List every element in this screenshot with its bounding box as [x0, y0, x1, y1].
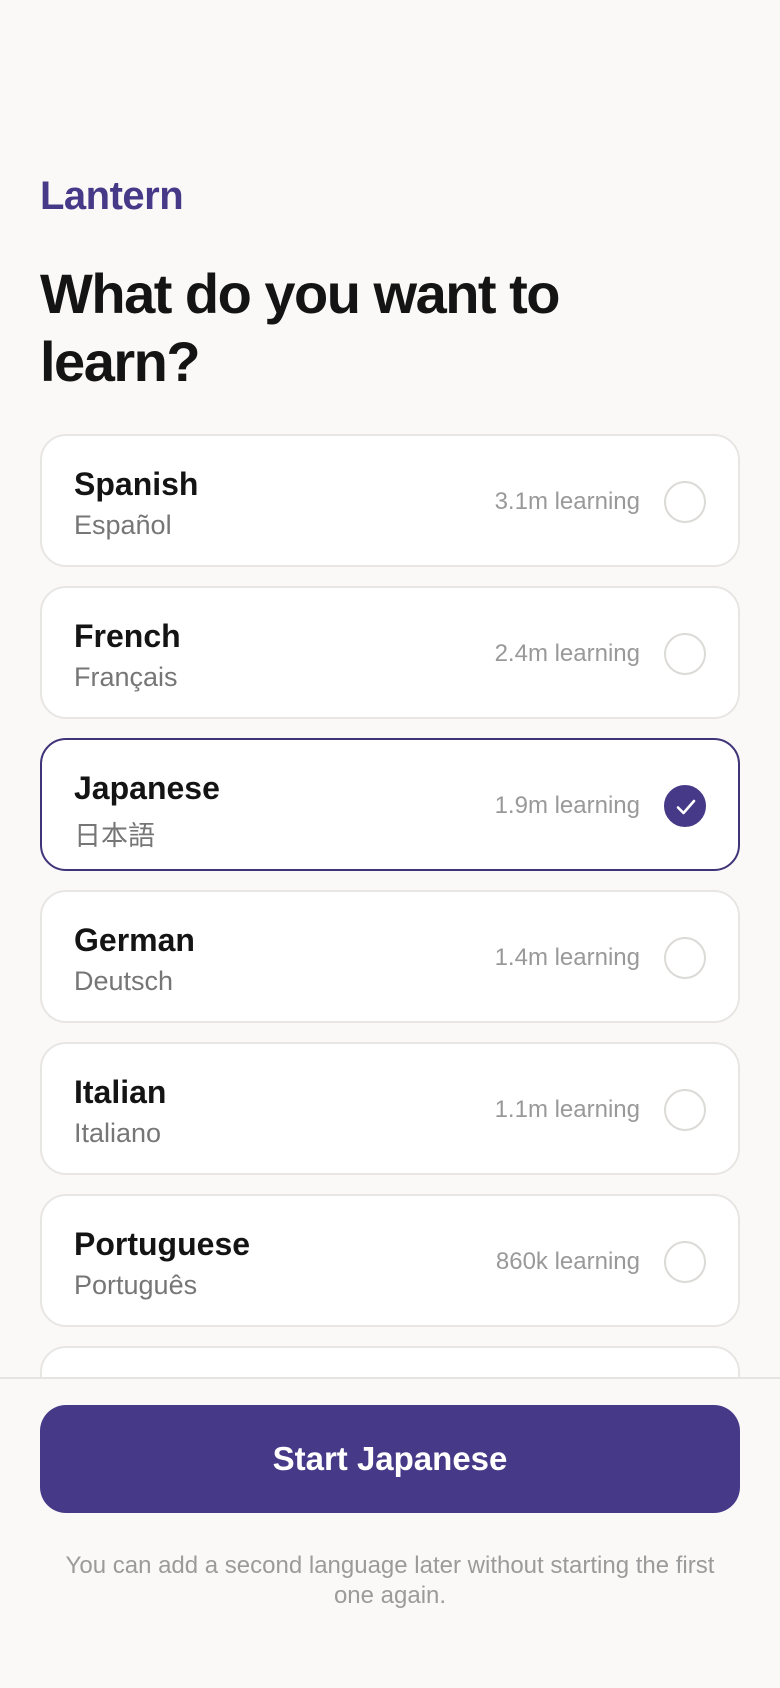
language-native-name: 日本語: [74, 821, 155, 851]
language-name: German: [74, 922, 195, 958]
language-name: Spanish: [74, 466, 199, 502]
footer-bar: Start Japanese You can add a second lang…: [0, 1377, 780, 1688]
language-native-name: Português: [74, 1270, 198, 1300]
language-name: Italian: [74, 1074, 167, 1110]
radio-checked[interactable]: [664, 785, 706, 827]
radio-unchecked[interactable]: [664, 1089, 706, 1131]
learner-count: 860k learning: [495, 1248, 640, 1275]
language-native-name: Français: [74, 662, 178, 692]
learner-count: 1.4m learning: [494, 944, 640, 971]
language-option-french[interactable]: French Français 2.4m learning: [40, 586, 740, 719]
language-list: Spanish Español 3.1m learning French Françai…: [40, 434, 740, 1377]
language-native-name: Deutsch: [74, 966, 174, 996]
page-title: What do you want to learn?: [40, 262, 560, 393]
learner-count: 3.1m learning: [494, 488, 640, 515]
radio-unchecked[interactable]: [664, 481, 706, 523]
language-name: Portuguese: [74, 1226, 251, 1262]
radio-unchecked[interactable]: [664, 1241, 706, 1283]
language-native-name: Español: [74, 510, 172, 540]
language-option-german[interactable]: German Deutsch 1.4m learning: [40, 890, 740, 1023]
learner-count: 1.1m learning: [494, 1096, 640, 1123]
language-name: French: [74, 618, 181, 654]
check-icon: [676, 799, 696, 815]
language-name: Japanese: [74, 770, 220, 806]
language-option-more[interactable]: [40, 1346, 740, 1377]
brand-logo: Lantern: [40, 174, 184, 218]
language-option-spanish[interactable]: Spanish Español 3.1m learning: [40, 434, 740, 567]
footer-hint: You can add a second language later with…: [65, 1552, 715, 1609]
learner-count: 1.9m learning: [494, 792, 640, 819]
language-list-viewport[interactable]: Spanish Español 3.1m learning French Françai…: [0, 434, 780, 1377]
language-picker-screen: Lantern What do you want to learn? Spani…: [0, 0, 780, 1688]
language-option-italian[interactable]: Italian Italiano 1.1m learning: [40, 1042, 740, 1175]
learner-count: 2.4m learning: [494, 640, 640, 667]
radio-unchecked[interactable]: [664, 937, 706, 979]
language-native-name: Italiano: [74, 1118, 162, 1148]
radio-unchecked[interactable]: [664, 633, 706, 675]
language-option-portuguese[interactable]: Portuguese Português 860k learning: [40, 1194, 740, 1327]
language-option-japanese[interactable]: Japanese 日本語 1.9m learning: [40, 738, 740, 871]
start-language-button[interactable]: Start Japanese: [40, 1405, 740, 1513]
